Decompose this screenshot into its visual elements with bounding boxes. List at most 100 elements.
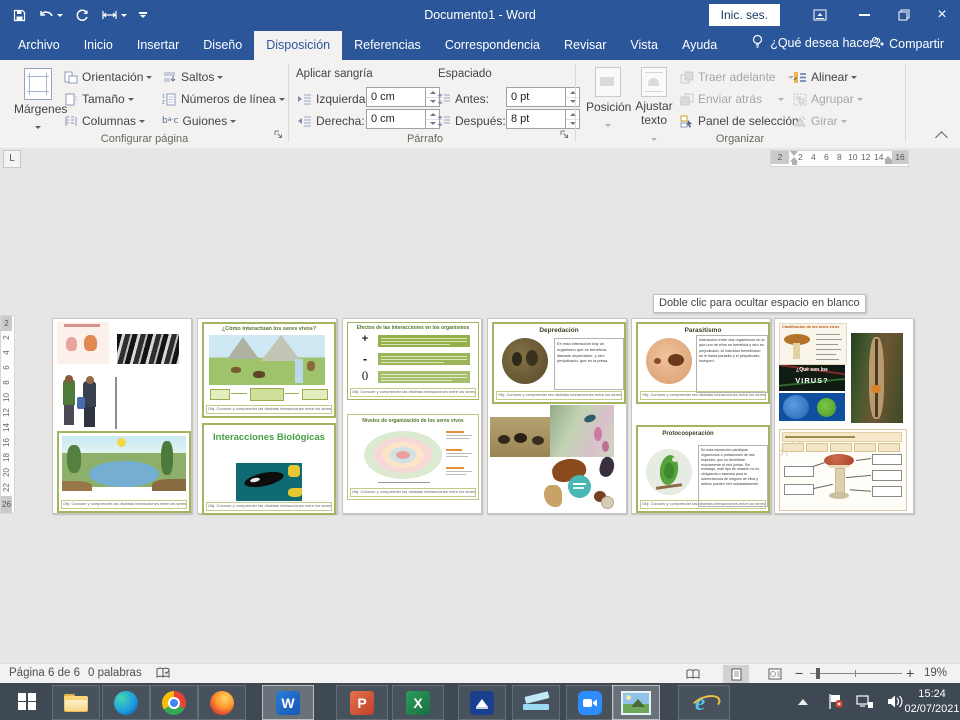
word-taskbar-icon[interactable]: W (262, 685, 314, 720)
horizontal-ruler[interactable]: 2 16 2 4 6 8 10 12 14 (770, 150, 909, 167)
edge-icon[interactable] (102, 685, 150, 720)
read-mode-view-button[interactable] (680, 665, 706, 683)
ribbon-display-options-icon[interactable] (804, 0, 836, 30)
tab-stop-selector[interactable]: L (3, 150, 21, 168)
windows-logo-icon (18, 693, 36, 711)
slide-title: Depredación (494, 327, 624, 334)
tab-inicio[interactable]: Inicio (72, 31, 125, 60)
zoom-app-icon[interactable] (566, 685, 614, 720)
zoom-slider-track[interactable] (810, 673, 902, 674)
powerpoint-taskbar-icon[interactable]: P (336, 685, 388, 720)
indent-left-stepper[interactable]: 0 cm (366, 87, 440, 107)
tab-referencias[interactable]: Referencias (342, 31, 433, 60)
send-backward-icon (680, 93, 694, 106)
tab-revisar[interactable]: Revisar (552, 31, 618, 60)
zoom-slider-thumb[interactable] (816, 668, 820, 679)
start-button[interactable] (4, 685, 50, 718)
hyphenation-icon: ba-c (162, 116, 179, 126)
indent-right-stepper[interactable]: 0 cm (366, 109, 440, 129)
chrome-icon[interactable] (150, 685, 198, 720)
margins-button[interactable]: Márgenes (14, 64, 62, 142)
tab-vista[interactable]: Vista (618, 31, 670, 60)
answer-box (784, 484, 814, 495)
indent-left-value[interactable]: 0 cm (366, 87, 426, 107)
scanner-device-icon[interactable] (512, 685, 560, 720)
vertical-ruler[interactable]: 2 26 2 4 6 8 10 12 14 16 18 20 22 (0, 315, 15, 514)
firefox-icon[interactable] (198, 685, 246, 720)
line-numbers-button[interactable]: 12 Números de línea (162, 89, 285, 109)
tab-correspondencia[interactable]: Correspondencia (433, 31, 552, 60)
svg-text:2: 2 (162, 100, 165, 106)
page-thumbnail-1[interactable]: Obj: Conocer y comprender las distintas … (52, 318, 192, 514)
tab-disposicion[interactable]: Disposición (254, 31, 342, 60)
word-count[interactable]: 0 palabras (88, 664, 142, 683)
indent-right-value[interactable]: 0 cm (366, 109, 426, 129)
page-indicator[interactable]: Página 6 de 6 (9, 664, 80, 683)
answer-box (784, 466, 814, 477)
spacing-before-down[interactable] (566, 98, 579, 107)
internet-explorer-icon[interactable]: e (678, 685, 730, 720)
slide-title: Parasitismo (638, 327, 768, 334)
status-bar: Página 6 de 6 0 palabras − + 19% (0, 663, 960, 684)
zoom-in-button[interactable]: + (906, 664, 914, 683)
orientation-button[interactable]: Orientación (64, 67, 152, 87)
minus-symbol: - (358, 351, 372, 365)
excel-taskbar-icon[interactable]: X (392, 685, 444, 720)
zero-symbol: 0 (357, 368, 373, 384)
spacing-before-stepper[interactable]: 0 pt (506, 87, 580, 107)
group-label-parrafo: Párrafo (345, 133, 505, 145)
ribbon-tab-row: Archivo Inicio Insertar Diseño Disposici… (0, 30, 960, 60)
size-button[interactable]: Tamaño (64, 89, 134, 109)
minimize-button[interactable] (848, 0, 880, 30)
indent-left-icon (297, 94, 312, 105)
spacing-after-value[interactable]: 8 pt (506, 109, 566, 129)
slide-title: ¿Cómo interactúan los seres vivos? (204, 326, 334, 332)
virus-title-image: ¿Qué son los VIRUS? (779, 365, 845, 391)
hyena-photo (502, 338, 548, 384)
align-button[interactable]: Alinear (793, 67, 857, 87)
answer-box (872, 454, 902, 465)
parasitismo-textbox: Interacción entre dos organismos en la q… (696, 335, 768, 393)
page-thumbnail-3[interactable]: Efectos de las interacciones en los orga… (342, 318, 482, 514)
page-thumbnail-2[interactable]: ¿Cómo interactúan los seres vivos? Obj: … (197, 318, 337, 514)
hyphenation-button[interactable]: ba-c Guiones (162, 111, 236, 131)
share-button[interactable]: Compartir (861, 29, 952, 60)
restore-button[interactable] (888, 0, 920, 30)
selection-pane-button[interactable]: Panel de selección (680, 111, 799, 131)
print-layout-view-button[interactable] (723, 665, 749, 683)
orientation-icon (64, 71, 78, 84)
tab-diseno[interactable]: Diseño (191, 31, 254, 60)
zoom-percentage[interactable]: 19% (924, 664, 947, 683)
tab-archivo[interactable]: Archivo (6, 31, 72, 60)
tab-ayuda[interactable]: Ayuda (670, 31, 729, 60)
collapse-ribbon-chevron-icon[interactable] (935, 131, 948, 144)
clock[interactable]: 15:24 02/07/2021 (906, 683, 958, 720)
clock-date: 02/07/2021 (904, 702, 959, 716)
page-thumbnail-4[interactable]: Depredación En esta interacción hay un o… (487, 318, 627, 514)
configurar-dialog-launcher-icon[interactable] (274, 126, 283, 144)
photos-app-icon[interactable] (612, 685, 660, 720)
breaks-button[interactable]: Saltos (162, 67, 223, 87)
spacing-after-up[interactable] (566, 110, 579, 120)
spacing-before-value[interactable]: 0 pt (506, 87, 566, 107)
zoom-out-button[interactable]: − (795, 664, 803, 683)
action-center-flag-icon[interactable] (822, 683, 848, 720)
page-thumbnail-5[interactable]: Parasitismo Interacción entre dos organi… (631, 318, 771, 514)
first-line-indent-marker[interactable] (790, 151, 798, 156)
mountain-landscape-image (209, 335, 325, 385)
page-thumbnail-6[interactable]: Clasificación de los seres vivos ¿Qué so… (774, 318, 914, 514)
network-status-icon[interactable] (852, 683, 878, 720)
file-explorer-icon[interactable] (52, 685, 100, 720)
web-layout-view-button[interactable] (762, 665, 788, 683)
sign-in-button[interactable]: Inic. ses. (709, 4, 780, 26)
scan-app-icon[interactable] (458, 685, 506, 720)
wrap-text-label: Ajustar texto (632, 100, 676, 128)
left-indent-marker[interactable] (792, 162, 797, 165)
tray-overflow-chevron-icon[interactable] (792, 683, 814, 720)
tab-insertar[interactable]: Insertar (125, 31, 191, 60)
spacing-before-up[interactable] (566, 88, 579, 98)
columns-button[interactable]: Columnas (64, 111, 145, 131)
parrafo-dialog-launcher-icon[interactable] (560, 126, 569, 144)
protocooperacion-slide: Protocooperación En esta interacción par… (636, 425, 770, 513)
close-button[interactable]: × (926, 0, 958, 30)
